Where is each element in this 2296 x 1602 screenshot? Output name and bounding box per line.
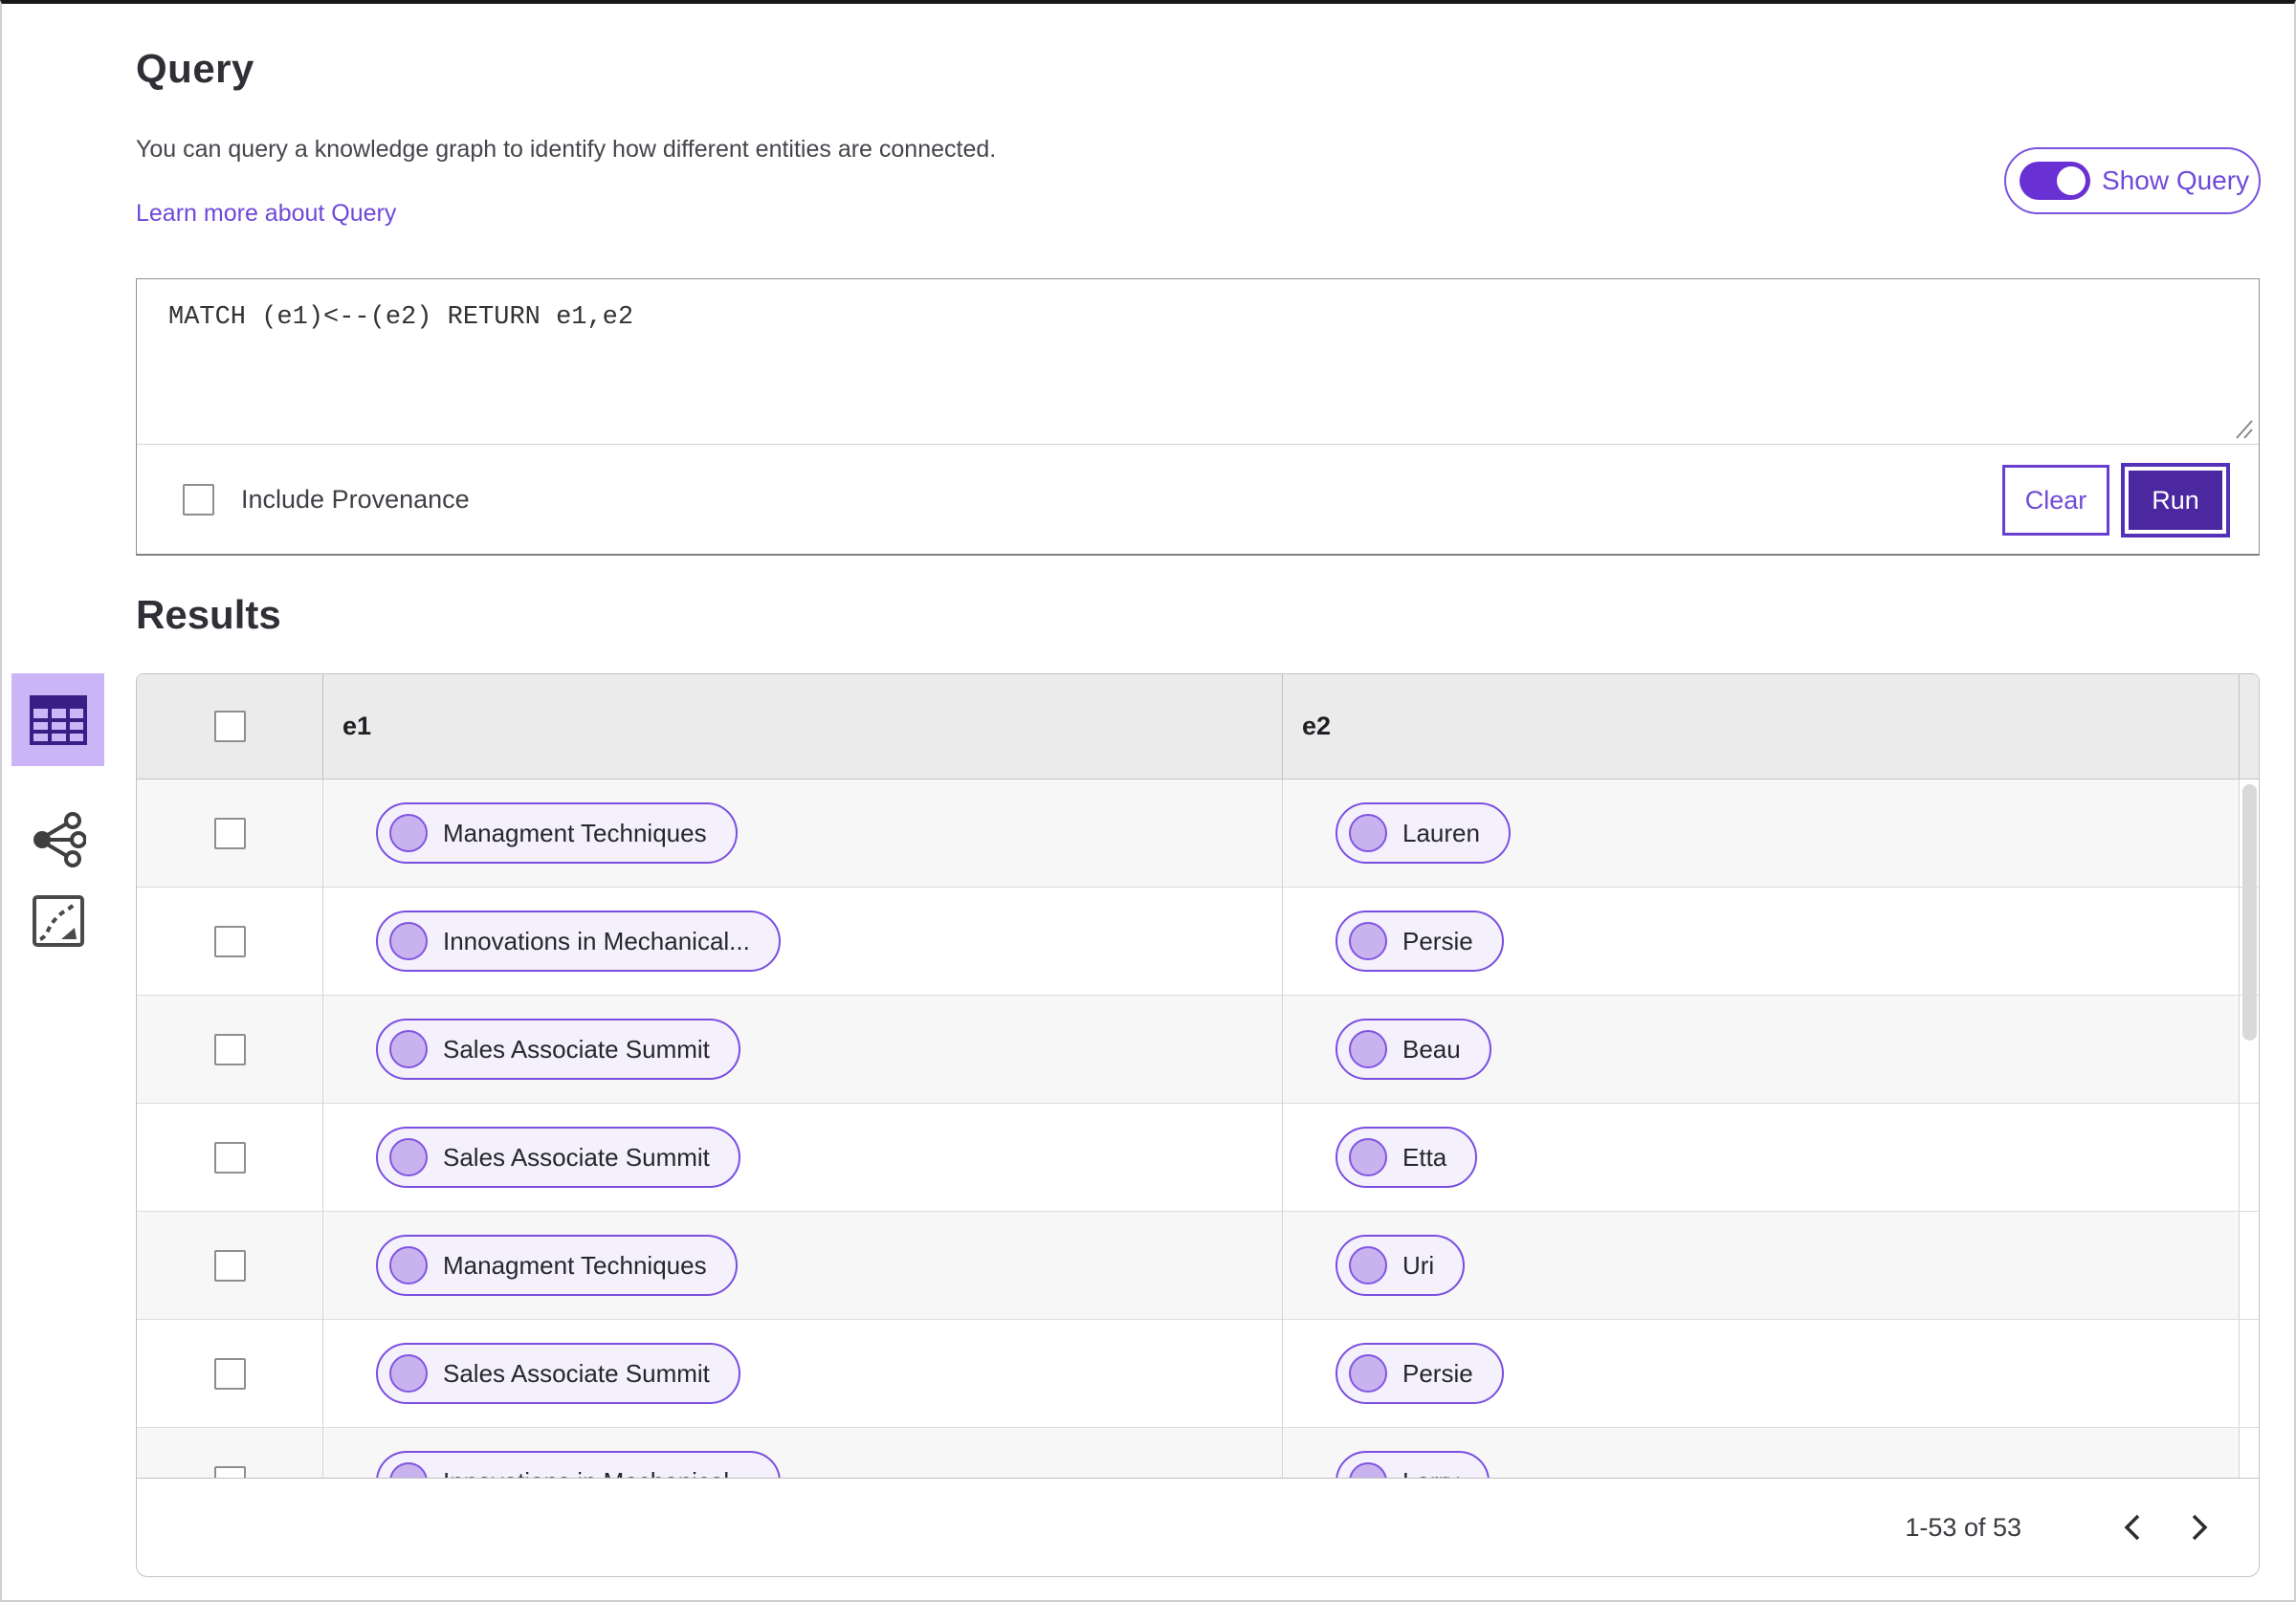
entity-dot-icon	[1349, 1030, 1387, 1068]
page-description: You can query a knowledge graph to ident…	[136, 136, 997, 163]
table-row: Innovations in Mechanical... Larry	[137, 1428, 2259, 1480]
query-panel: Include Provenance Clear Run	[136, 278, 2260, 556]
entity-dot-icon	[389, 922, 428, 960]
entity-dot-icon	[1349, 1354, 1387, 1393]
row-checkbox[interactable]	[213, 1033, 246, 1065]
prev-page-button[interactable]	[2106, 1501, 2159, 1554]
include-provenance-row: Include Provenance	[183, 445, 470, 555]
entity-pill-e1[interactable]: Sales Associate Summit	[376, 1343, 740, 1404]
row-checkbox[interactable]	[213, 925, 246, 957]
results-title: Results	[136, 592, 281, 637]
include-provenance-checkbox[interactable]	[183, 484, 214, 516]
entity-pill-e2[interactable]: Larry	[1336, 1451, 1490, 1480]
entity-pill-e1[interactable]: Sales Associate Summit	[376, 1019, 740, 1080]
chart-view-icon	[33, 895, 84, 947]
row-checkbox[interactable]	[213, 817, 246, 849]
row-checkbox[interactable]	[213, 1249, 246, 1282]
toggle-switch-icon[interactable]	[2020, 162, 2090, 200]
entity-dot-icon	[1349, 1246, 1387, 1284]
chevron-right-icon	[2192, 1514, 2208, 1541]
query-page: Query You can query a knowledge graph to…	[0, 0, 2296, 1602]
entity-pill-e2[interactable]: Persie	[1336, 1343, 1504, 1404]
entity-pill-e2[interactable]: Beau	[1336, 1019, 1491, 1080]
toggle-knob	[2057, 166, 2086, 195]
entity-pill-e2[interactable]: Persie	[1336, 911, 1504, 972]
entity-dot-icon	[1349, 922, 1387, 960]
entity-pill-e1[interactable]: Innovations in Mechanical...	[376, 911, 781, 972]
row-checkbox[interactable]	[213, 1141, 246, 1174]
table-row: Sales Associate Summit Beau	[137, 996, 2259, 1104]
column-header-e2: e2	[1283, 674, 2240, 779]
header-checkbox-cell	[137, 674, 323, 779]
entity-pill-e1[interactable]: Innovations in Mechanical...	[376, 1451, 781, 1480]
table-header-row: e1 e2	[137, 674, 2259, 779]
entity-dot-icon	[1349, 814, 1387, 852]
table-view-button[interactable]	[11, 673, 104, 766]
entity-pill-e1[interactable]: Managment Techniques	[376, 802, 738, 864]
query-input[interactable]	[137, 279, 2259, 445]
results-table: e1 e2 Managment Techniques Lauren Innova…	[136, 673, 2260, 1577]
entity-dot-icon	[389, 1246, 428, 1284]
clear-button[interactable]: Clear	[2002, 465, 2109, 536]
next-page-button[interactable]	[2173, 1501, 2226, 1554]
table-body: Managment Techniques Lauren Innovations …	[137, 779, 2259, 1480]
entity-pill-e1[interactable]: Managment Techniques	[376, 1235, 738, 1296]
page-title: Query	[136, 46, 254, 91]
entity-dot-icon	[389, 1354, 428, 1393]
graph-view-icon	[33, 812, 86, 867]
entity-dot-icon	[389, 814, 428, 852]
column-header-e1: e1	[323, 674, 1283, 779]
entity-dot-icon	[389, 1138, 428, 1176]
table-row: Managment Techniques Lauren	[137, 779, 2259, 888]
entity-pill-e2[interactable]: Uri	[1336, 1235, 1466, 1296]
run-button[interactable]: Run	[2129, 471, 2222, 530]
vertical-scrollbar-thumb[interactable]	[2242, 784, 2257, 1041]
table-row: Sales Associate Summit Etta	[137, 1104, 2259, 1212]
table-row: Sales Associate Summit Persie	[137, 1320, 2259, 1428]
show-query-toggle[interactable]: Show Query	[2004, 147, 2261, 214]
entity-pill-e2[interactable]: Etta	[1336, 1127, 1478, 1188]
chevron-left-icon	[2124, 1514, 2140, 1541]
learn-more-link[interactable]: Learn more about Query	[136, 200, 396, 228]
table-view-icon	[29, 694, 87, 745]
graph-view-button[interactable]	[31, 812, 86, 867]
pagination-range: 1-53 of 53	[1905, 1512, 2021, 1542]
table-row: Managment Techniques Uri	[137, 1212, 2259, 1320]
entity-dot-icon	[389, 1030, 428, 1068]
resize-handle-icon[interactable]	[2229, 417, 2254, 440]
show-query-label: Show Query	[2102, 165, 2250, 195]
header-scrollbar-spacer	[2240, 674, 2259, 779]
row-checkbox[interactable]	[213, 1357, 246, 1390]
entity-dot-icon	[1349, 1138, 1387, 1176]
chart-view-button[interactable]	[33, 895, 84, 947]
select-all-checkbox[interactable]	[213, 711, 246, 742]
table-footer: 1-53 of 53	[137, 1478, 2259, 1576]
table-row: Innovations in Mechanical... Persie	[137, 888, 2259, 996]
include-provenance-label: Include Provenance	[241, 485, 470, 514]
entity-pill-e2[interactable]: Lauren	[1336, 802, 1511, 864]
entity-pill-e1[interactable]: Sales Associate Summit	[376, 1127, 740, 1188]
